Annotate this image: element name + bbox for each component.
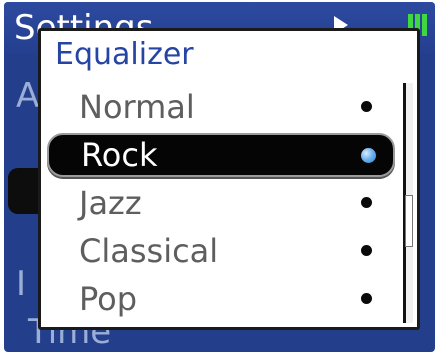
menu-item-label: Normal — [79, 88, 195, 126]
menu-item-label: Classical — [79, 232, 219, 270]
radio-dot-icon — [361, 101, 372, 112]
scrollbar-thumb[interactable] — [405, 195, 413, 247]
menu-item-jazz[interactable]: Jazz — [47, 181, 395, 225]
menu-item-label: Pop — [79, 280, 138, 318]
radio-dot-icon — [361, 245, 372, 256]
menu-item-label: Jazz — [79, 184, 142, 222]
menu-item-pop[interactable]: Pop — [47, 277, 395, 321]
menu-item-normal[interactable]: Normal — [47, 85, 395, 129]
background-row-label: A — [16, 76, 40, 116]
radio-selected-icon — [361, 148, 376, 163]
radio-dot-icon — [361, 293, 372, 304]
popup-title: Equalizer — [55, 37, 194, 72]
menu-item-classical[interactable]: Classical — [47, 229, 395, 273]
radio-dot-icon — [361, 197, 372, 208]
screen: Settings A I Time Equalizer Normal Rock … — [0, 0, 439, 354]
menu-item-label: Rock — [81, 136, 158, 174]
background-row-label: I — [16, 264, 27, 304]
equalizer-popup: Equalizer Normal Rock Jazz Classical Pop — [38, 28, 420, 330]
menu-item-rock[interactable]: Rock — [47, 133, 395, 177]
